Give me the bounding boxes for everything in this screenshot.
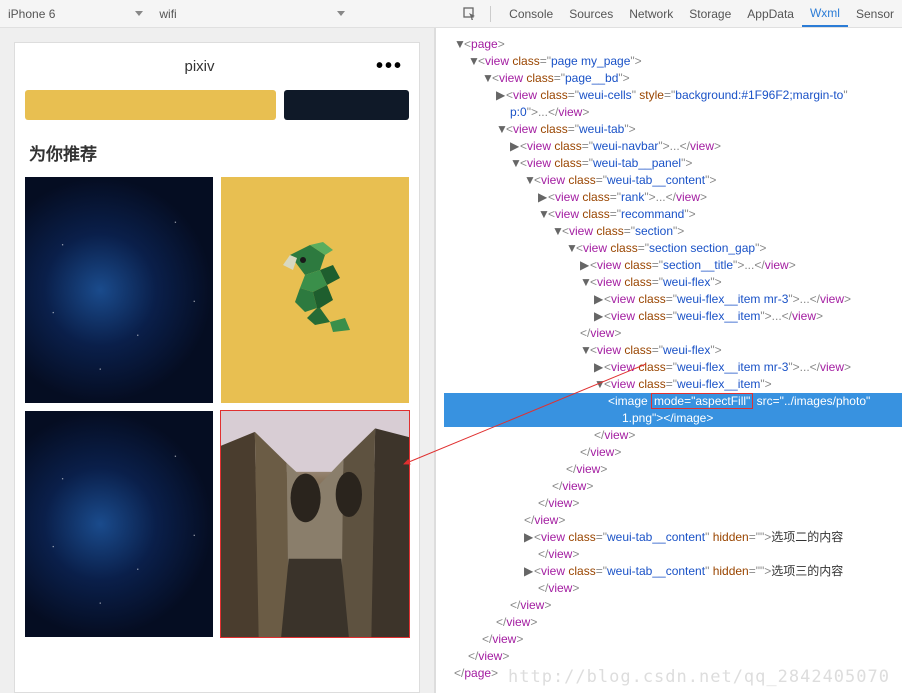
more-icon[interactable]: ••• bbox=[376, 55, 403, 78]
dom-node[interactable]: ▼<view class="recommand"> bbox=[444, 206, 902, 223]
dom-node[interactable]: </view> bbox=[444, 580, 902, 597]
dom-node[interactable]: ▶<view class="weui-flex__item">...</view… bbox=[444, 308, 902, 325]
page-title: pixiv bbox=[31, 58, 368, 75]
dom-node[interactable]: ▶<view class="section__title">...</view> bbox=[444, 257, 902, 274]
dom-inspector[interactable]: ▼<page>▼<view class="page my_page">▼<vie… bbox=[436, 28, 902, 693]
dom-node[interactable]: ▼<view class="weui-flex"> bbox=[444, 342, 902, 359]
dom-node-selected[interactable]: 1.png"></image> bbox=[444, 410, 902, 427]
device-label: iPhone 6 bbox=[8, 7, 55, 21]
watermark: http://blog.csdn.net/qq_2842405070 bbox=[508, 667, 890, 687]
dom-node[interactable]: </view> bbox=[444, 495, 902, 512]
dom-node[interactable]: ▶<view class="rank">...</view> bbox=[444, 189, 902, 206]
dom-node[interactable]: ▼<view class="weui-flex__item"> bbox=[444, 376, 902, 393]
phone-frame: pixiv ••• 为你推荐 bbox=[14, 42, 420, 693]
devtools-tab-sensor[interactable]: Sensor bbox=[848, 0, 902, 27]
devtools-tab-wxml[interactable]: Wxml bbox=[802, 0, 848, 27]
dom-node[interactable]: </view> bbox=[444, 512, 902, 529]
dom-node[interactable]: </view> bbox=[444, 631, 902, 648]
dom-node[interactable]: ▼<view class="weui-tab__panel"> bbox=[444, 155, 902, 172]
dom-node[interactable]: </view> bbox=[444, 325, 902, 342]
dom-node[interactable]: p:0">...</view> bbox=[444, 104, 902, 121]
dom-node[interactable]: </view> bbox=[444, 614, 902, 631]
dom-node[interactable]: ▼<view class="section section_gap"> bbox=[444, 240, 902, 257]
recommend-image[interactable] bbox=[25, 177, 213, 403]
devtools-tab-console[interactable]: Console bbox=[501, 0, 561, 27]
dom-node-selected[interactable]: <image mode="aspectFill" src="../images/… bbox=[444, 393, 902, 410]
dom-node[interactable]: ▼<view class="weui-tab__content"> bbox=[444, 172, 902, 189]
dom-node[interactable]: </view> bbox=[444, 546, 902, 563]
simulator-preview: pixiv ••• 为你推荐 bbox=[0, 28, 436, 693]
dom-node[interactable]: </view> bbox=[444, 478, 902, 495]
devtools-tab-network[interactable]: Network bbox=[621, 0, 681, 27]
dom-node[interactable]: </view> bbox=[444, 461, 902, 478]
dom-node[interactable]: </view> bbox=[444, 427, 902, 444]
dom-node[interactable]: ▼<view class="weui-flex"> bbox=[444, 274, 902, 291]
parrot-illustration bbox=[255, 230, 375, 350]
nav-tab-active[interactable] bbox=[25, 90, 276, 120]
dom-node[interactable]: ▶<view class="weui-cells" style="backgro… bbox=[444, 87, 902, 104]
dom-node[interactable]: </view> bbox=[444, 648, 902, 665]
devtools-tab-appdata[interactable]: AppData bbox=[739, 0, 802, 27]
recommend-image[interactable] bbox=[221, 177, 409, 403]
network-dropdown[interactable]: wifi bbox=[151, 0, 352, 27]
dom-node[interactable]: ▶<view class="weui-tab__content" hidden=… bbox=[444, 529, 902, 546]
divider bbox=[490, 6, 491, 22]
devtools-tab-storage[interactable]: Storage bbox=[681, 0, 739, 27]
dom-node[interactable]: ▶<view class="weui-flex__item mr-3">...<… bbox=[444, 291, 902, 308]
dom-node[interactable]: ▼<page> bbox=[444, 36, 902, 53]
dom-node[interactable]: ▶<view class="weui-navbar">...</view> bbox=[444, 138, 902, 155]
chevron-down-icon bbox=[337, 11, 345, 16]
nav-tab[interactable] bbox=[284, 90, 409, 120]
chevron-down-icon bbox=[135, 11, 143, 16]
dom-node[interactable]: ▶<view class="weui-flex__item mr-3">...<… bbox=[444, 359, 902, 376]
dom-node[interactable]: ▶<view class="weui-tab__content" hidden=… bbox=[444, 563, 902, 580]
dom-node[interactable]: ▼<view class="weui-tab"> bbox=[444, 121, 902, 138]
dom-node[interactable]: ▼<view class="page__bd"> bbox=[444, 70, 902, 87]
devtools-tab-sources[interactable]: Sources bbox=[561, 0, 621, 27]
dom-node[interactable]: </view> bbox=[444, 597, 902, 614]
section-title: 为你推荐 bbox=[15, 128, 419, 177]
dom-node[interactable]: ▼<view class="page my_page"> bbox=[444, 53, 902, 70]
dom-node[interactable]: ▼<view class="section"> bbox=[444, 223, 902, 240]
recommend-image[interactable] bbox=[25, 411, 213, 637]
network-label: wifi bbox=[159, 7, 176, 21]
recommend-image-selected[interactable] bbox=[221, 411, 409, 637]
device-dropdown[interactable]: iPhone 6 bbox=[0, 0, 151, 27]
devtools-toolbar: iPhone 6 wifi ConsoleSourcesNetworkStora… bbox=[0, 0, 902, 28]
dom-node[interactable]: </view> bbox=[444, 444, 902, 461]
inspect-icon[interactable] bbox=[460, 4, 480, 24]
